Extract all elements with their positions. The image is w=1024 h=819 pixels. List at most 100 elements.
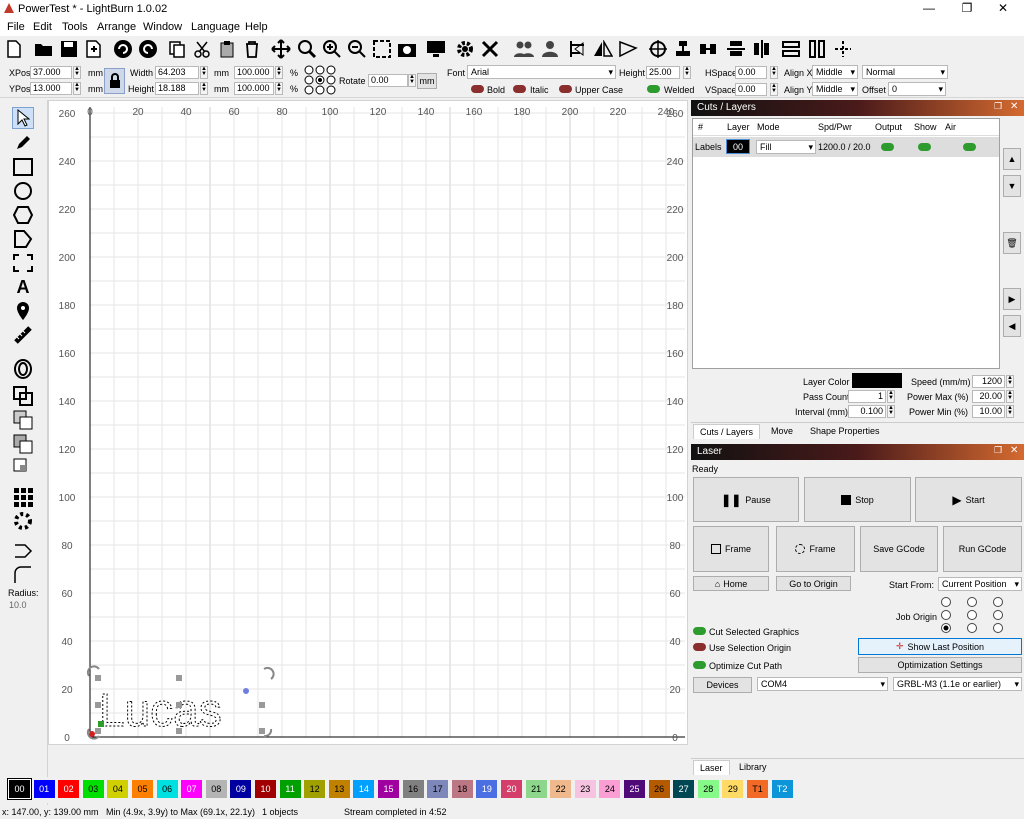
- palette-swatch-T2[interactable]: T2: [771, 780, 793, 798]
- menu-help[interactable]: Help: [245, 21, 268, 33]
- text-mode-select[interactable]: Normal: [862, 65, 948, 79]
- save-icon[interactable]: [58, 38, 80, 60]
- palette-swatch-05[interactable]: 05: [132, 780, 153, 798]
- monitor-icon[interactable]: [425, 38, 447, 60]
- redo-icon[interactable]: [137, 38, 159, 60]
- speed-spinner[interactable]: ▲ ▼: [1006, 375, 1014, 388]
- copy-icon[interactable]: [166, 38, 188, 60]
- run-gcode-button[interactable]: Run GCode: [943, 526, 1022, 572]
- dock-horizontal-icon[interactable]: [751, 38, 773, 60]
- palette-swatch-24[interactable]: 24: [599, 780, 621, 798]
- pause-button[interactable]: ❚❚ Pause: [693, 477, 799, 522]
- center-point-handle[interactable]: [243, 688, 249, 694]
- power-max-input[interactable]: 20.00: [972, 390, 1005, 403]
- interval-input[interactable]: 0.100: [848, 405, 886, 418]
- palette-swatch-01[interactable]: 01: [33, 780, 55, 798]
- upper-case-toggle[interactable]: [559, 85, 572, 93]
- ypos-spinner[interactable]: ▲ ▼: [73, 82, 81, 95]
- laser-float-icon[interactable]: ❐: [994, 445, 1002, 456]
- paste-icon[interactable]: [216, 38, 238, 60]
- show-last-position-button[interactable]: ✛ Show Last Position: [858, 638, 1022, 655]
- intersect-shapes-icon[interactable]: [12, 457, 34, 479]
- table-row[interactable]: Labels 00 Fill 1200.0 / 20.0: [693, 137, 999, 157]
- width-input[interactable]: 64.203: [155, 66, 199, 79]
- palette-swatch-02[interactable]: 02: [58, 780, 80, 798]
- row-mode-select[interactable]: Fill: [756, 140, 816, 154]
- rotate-unit-button[interactable]: mm: [417, 73, 437, 89]
- close-window-button[interactable]: ✕: [980, 1, 1024, 15]
- move-laser-icon[interactable]: [832, 38, 854, 60]
- distribute-icon[interactable]: [672, 38, 694, 60]
- palette-swatch-16[interactable]: 16: [402, 780, 424, 798]
- menu-window[interactable]: Window: [143, 21, 182, 33]
- palette-swatch-23[interactable]: 23: [574, 780, 596, 798]
- palette-swatch-22[interactable]: 22: [550, 780, 572, 798]
- menu-arrange[interactable]: Arrange: [97, 21, 136, 33]
- hspace-spinner[interactable]: ▲ ▼: [770, 66, 778, 79]
- bold-toggle[interactable]: [471, 85, 484, 93]
- text-tool-icon[interactable]: A: [12, 276, 34, 298]
- palette-swatch-26[interactable]: 26: [648, 780, 670, 798]
- zoom-fit-icon[interactable]: [296, 38, 318, 60]
- rotate-spinner[interactable]: ▲ ▼: [408, 74, 416, 87]
- port-select[interactable]: COM4: [757, 677, 888, 691]
- palette-swatch-15[interactable]: 15: [378, 780, 399, 798]
- weld-shapes-icon[interactable]: [12, 385, 34, 407]
- home-button[interactable]: ⌂ Home: [693, 576, 769, 591]
- palette-swatch-18[interactable]: 18: [451, 780, 473, 798]
- line-tool-icon[interactable]: [12, 228, 34, 250]
- circular-array-icon[interactable]: [12, 510, 34, 532]
- select-frame-icon[interactable]: [371, 38, 393, 60]
- height-percent-input[interactable]: 100.000: [234, 82, 274, 95]
- speed-input[interactable]: 1200: [972, 375, 1005, 388]
- palette-swatch-T1[interactable]: T1: [747, 780, 768, 798]
- device-select[interactable]: GRBL-M3 (1.1e or earlier): [893, 677, 1022, 691]
- tab-move[interactable]: Move: [765, 424, 799, 438]
- import-icon[interactable]: [83, 38, 105, 60]
- devices-button[interactable]: Devices: [693, 677, 752, 693]
- stop-button[interactable]: Stop: [804, 477, 911, 522]
- delete-layer-icon[interactable]: 🗑: [1003, 232, 1021, 254]
- go-to-origin-button[interactable]: Go to Origin: [776, 576, 851, 591]
- palette-swatch-08[interactable]: 08: [205, 780, 227, 798]
- ypos-input[interactable]: 13.000: [30, 82, 72, 95]
- align-y-select[interactable]: Middle: [812, 82, 858, 96]
- palette-swatch-11[interactable]: 11: [279, 780, 301, 798]
- width-percent-input[interactable]: 100.000: [234, 66, 274, 79]
- laser-close-icon[interactable]: ✕: [1010, 445, 1018, 456]
- frame-button[interactable]: Frame: [693, 526, 769, 572]
- rotate-input[interactable]: 0.00: [368, 74, 408, 87]
- row-air-toggle[interactable]: [963, 143, 976, 151]
- radius-value[interactable]: 10.0: [9, 600, 27, 610]
- power-max-spinner[interactable]: ▲ ▼: [1006, 390, 1014, 403]
- union-shapes-icon[interactable]: [12, 409, 34, 431]
- ellipse-tool-icon[interactable]: [12, 180, 34, 202]
- same-width-icon[interactable]: [780, 38, 802, 60]
- xpos-input[interactable]: 37.000: [30, 66, 72, 79]
- float-panel-icon[interactable]: ❐: [994, 101, 1002, 112]
- optimize-cut-toggle[interactable]: [693, 661, 706, 669]
- offset-shapes-icon[interactable]: [12, 358, 34, 380]
- palette-swatch-28[interactable]: 28: [697, 780, 719, 798]
- align-x-select[interactable]: Middle: [812, 65, 858, 79]
- welded-toggle[interactable]: [647, 85, 660, 93]
- cut-selected-toggle[interactable]: [693, 627, 706, 635]
- expand-right-icon[interactable]: ▶: [1003, 288, 1021, 310]
- height-spinner[interactable]: ▲ ▼: [200, 82, 208, 95]
- polygon-tool-icon[interactable]: [12, 204, 34, 226]
- vspace-input[interactable]: 0.00: [735, 83, 767, 96]
- select-arrow-icon[interactable]: [12, 107, 34, 129]
- palette-swatch-13[interactable]: 13: [328, 780, 350, 798]
- move-layer-up-icon[interactable]: ▲: [1003, 148, 1021, 170]
- font-height-spinner[interactable]: ▲ ▼: [683, 66, 691, 79]
- row-show-toggle[interactable]: [918, 143, 931, 151]
- zoom-out-icon[interactable]: [346, 38, 368, 60]
- rectangle-tool-icon[interactable]: [12, 156, 34, 178]
- position-pin-icon[interactable]: [12, 300, 34, 322]
- subtract-shapes-icon[interactable]: [12, 433, 34, 455]
- start-from-select[interactable]: Current Position: [938, 577, 1022, 591]
- origin-grid-icon[interactable]: [304, 65, 336, 95]
- frame-tool-icon[interactable]: [12, 252, 34, 274]
- palette-swatch-04[interactable]: 04: [107, 780, 129, 798]
- row-output-toggle[interactable]: [881, 143, 894, 151]
